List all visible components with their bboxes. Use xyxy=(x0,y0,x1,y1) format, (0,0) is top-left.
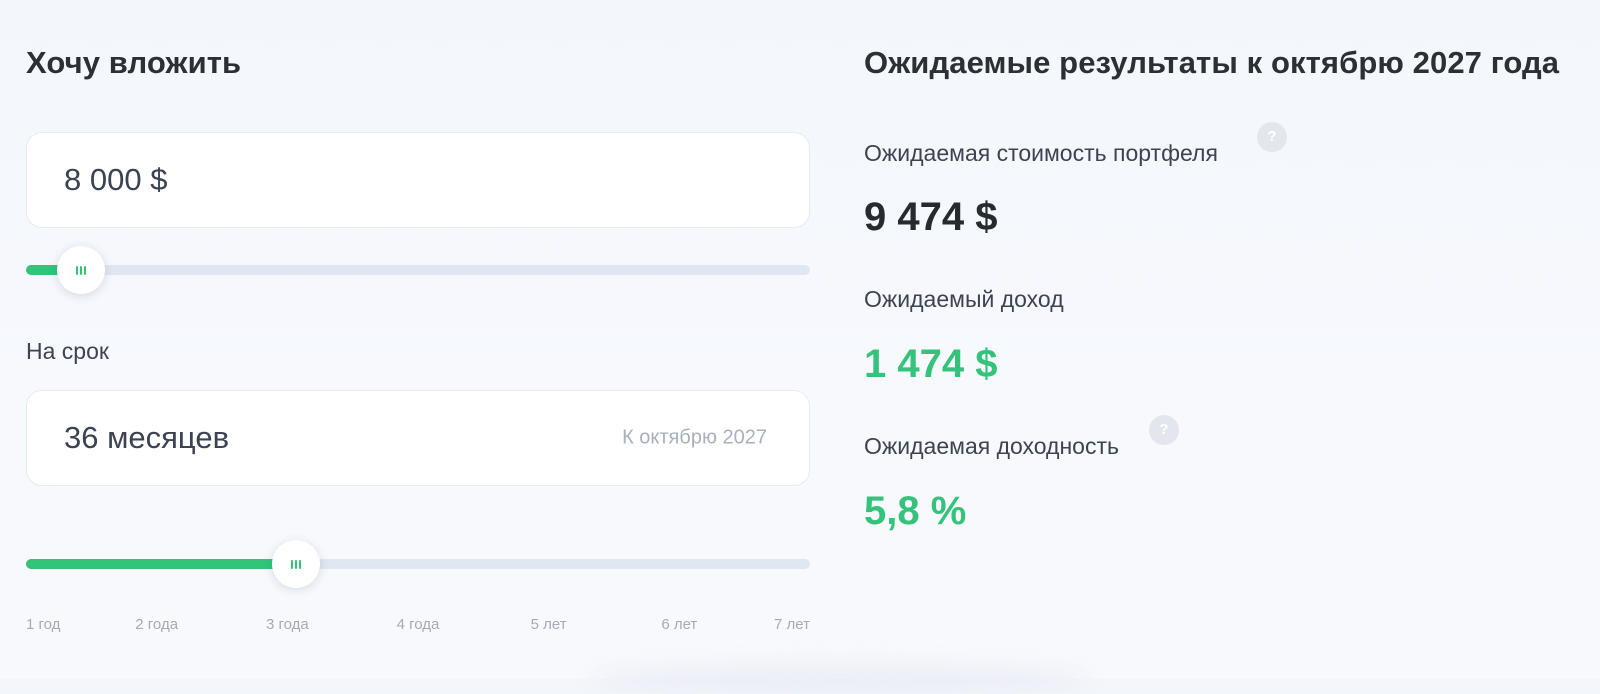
income-label: Ожидаемый доход xyxy=(864,286,1064,312)
term-slider-thumb[interactable] xyxy=(272,540,320,588)
term-tick[interactable]: 7 лет xyxy=(774,616,810,633)
portfolio-value: 9 474 $ xyxy=(864,195,998,239)
yield-value: 5,8 % xyxy=(864,489,967,533)
term-input[interactable]: 36 месяцев К октябрю 2027 xyxy=(26,390,810,486)
grip-icon xyxy=(76,265,86,275)
term-slider[interactable] xyxy=(26,540,810,588)
term-value: 36 месяцев xyxy=(64,420,230,455)
bottom-shadow xyxy=(590,664,1090,694)
term-tick[interactable]: 6 лет xyxy=(661,616,697,633)
grip-icon xyxy=(291,559,301,569)
term-ticks: 1 год 2 года 3 года 4 года 5 лет 6 лет 7… xyxy=(26,616,810,636)
term-tick[interactable]: 4 года xyxy=(397,616,440,633)
results-panel: Ожидаемые результаты к октябрю 2027 года… xyxy=(864,0,1594,679)
term-end-hint: К октябрю 2027 xyxy=(622,426,767,449)
amount-slider-track xyxy=(26,265,810,275)
amount-slider[interactable] xyxy=(26,246,810,294)
portfolio-value-label: Ожидаемая стоимость портфеля xyxy=(864,140,1218,166)
term-tick[interactable]: 1 год xyxy=(26,616,60,633)
amount-slider-thumb[interactable] xyxy=(57,246,105,294)
amount-value: 8 000 $ xyxy=(64,162,168,197)
term-tick[interactable]: 2 года xyxy=(135,616,178,633)
term-tick[interactable]: 5 лет xyxy=(531,616,567,633)
yield-label: Ожидаемая доходность xyxy=(864,433,1119,459)
term-slider-fill xyxy=(26,559,296,569)
question-icon[interactable]: ? xyxy=(1257,122,1287,152)
amount-input[interactable]: 8 000 $ xyxy=(26,132,810,228)
invest-title: Хочу вложить xyxy=(26,45,242,80)
invest-calculator: Хочу вложить 8 000 $ На срок 36 месяцев … xyxy=(26,0,812,679)
income-value: 1 474 $ xyxy=(864,342,998,386)
question-icon[interactable]: ? xyxy=(1149,415,1179,445)
term-label: На срок xyxy=(26,338,109,364)
results-title: Ожидаемые результаты к октябрю 2027 года xyxy=(864,45,1560,80)
term-tick[interactable]: 3 года xyxy=(266,616,309,633)
